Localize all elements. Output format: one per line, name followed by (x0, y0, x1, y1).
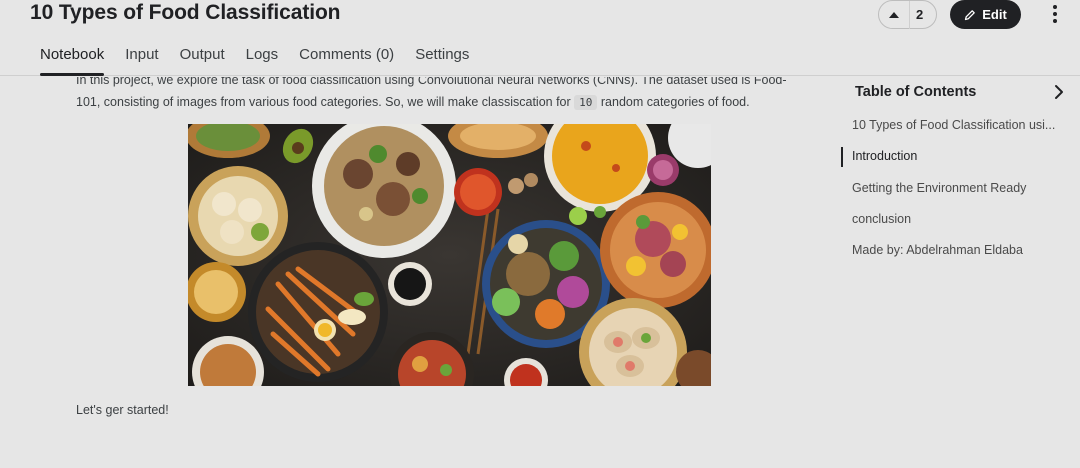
page-title: 10 Types of Food Classification (30, 1, 341, 24)
toc-item-author[interactable]: Made by: Abdelrahman Eldaba (841, 235, 1063, 266)
inline-code: 10 (574, 94, 598, 110)
notebook-content: In this project, we explore the task of … (0, 77, 840, 468)
kebab-icon[interactable] (1046, 3, 1064, 25)
notebook-header: 10 Types of Food Classification 2 Edit N… (0, 0, 1080, 76)
closing-text: Let's ger started! (76, 403, 169, 417)
edit-label: Edit (982, 7, 1007, 22)
toc-item-title[interactable]: 10 Types of Food Classification usi... (841, 110, 1063, 141)
intro-text-line2-end: random categories of food. (600, 94, 750, 109)
toc-header: Table of Contents (855, 84, 1065, 100)
toc-item-introduction[interactable]: Introduction (841, 141, 1063, 172)
toc-item-environment[interactable]: Getting the Environment Ready (841, 173, 1063, 204)
tab-input[interactable]: Input (125, 46, 158, 76)
vote-count: 2 (916, 7, 924, 22)
chevron-right-icon[interactable] (1053, 84, 1065, 100)
tab-logs[interactable]: Logs (246, 46, 279, 76)
edit-button[interactable]: Edit (950, 0, 1021, 29)
food-image (188, 124, 711, 386)
tab-output[interactable]: Output (180, 46, 225, 76)
caret-up-icon (889, 11, 899, 18)
upvote-button[interactable]: 2 (878, 0, 937, 29)
tab-notebook[interactable]: Notebook (40, 46, 105, 76)
toc-item-conclusion[interactable]: conclusion (841, 204, 1063, 235)
intro-text-line1: In this project, we explore the task of … (76, 77, 787, 87)
toc-list: 10 Types of Food Classification usi... I… (841, 110, 1080, 266)
tab-settings[interactable]: Settings (415, 46, 469, 76)
notebook-tabs: Notebook Input Output Logs Comments (0) … (40, 46, 490, 76)
vote-divider (909, 0, 910, 29)
table-of-contents: Table of Contents 10 Types of Food Class… (841, 77, 1080, 468)
intro-text-line2: 101, consisting of images from various f… (76, 94, 571, 109)
intro-paragraph: In this project, we explore the task of … (76, 77, 828, 113)
tab-comments[interactable]: Comments (0) (299, 46, 394, 76)
pencil-icon (965, 9, 976, 20)
toc-title: Table of Contents (855, 84, 977, 100)
